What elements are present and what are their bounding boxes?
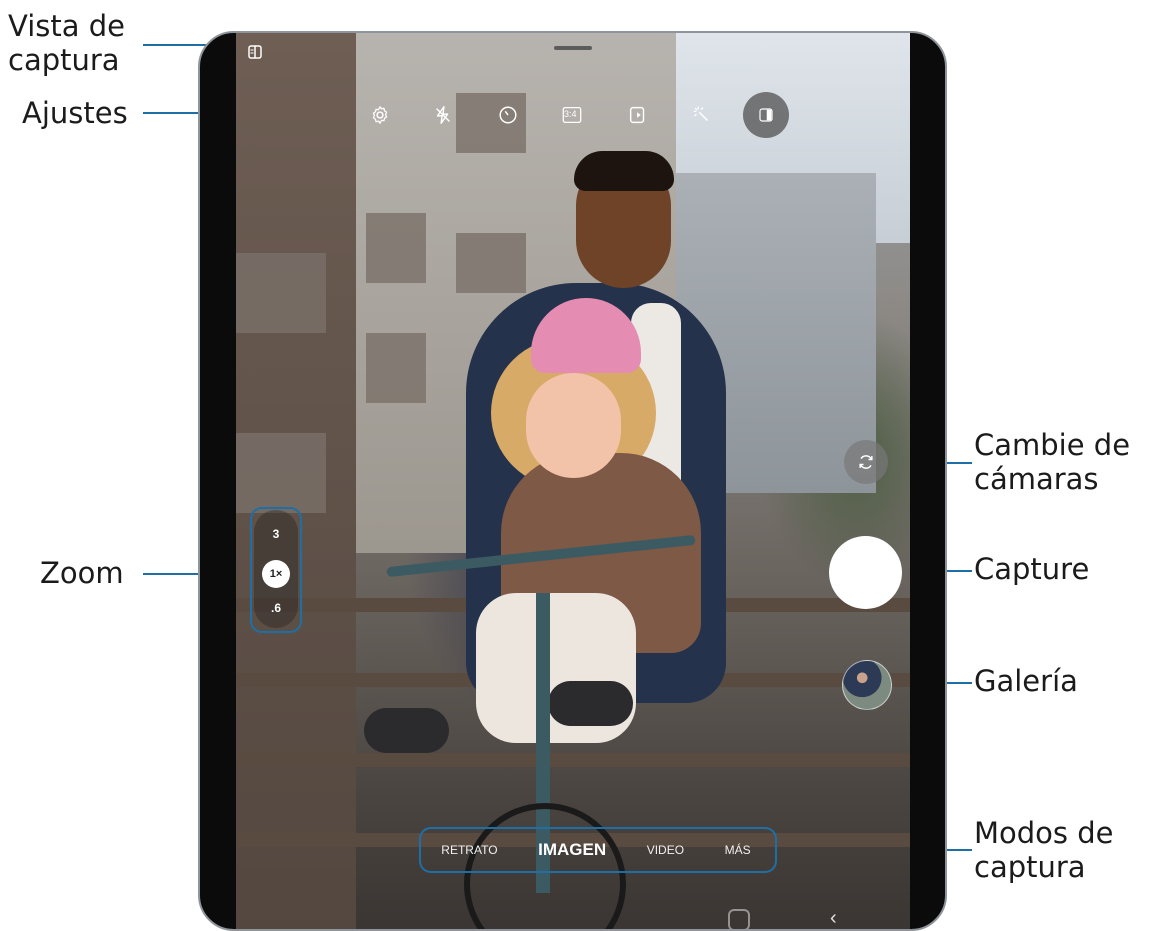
scene-child-face (526, 373, 621, 478)
aspect-ratio-icon[interactable]: 3:4 (554, 97, 590, 133)
scene-child-shoe (548, 681, 633, 726)
flash-off-icon[interactable] (425, 97, 461, 133)
back-icon[interactable]: ‹ (830, 907, 837, 929)
label-vista-de-captura: Vista de captura (8, 9, 125, 77)
settings-icon[interactable] (362, 97, 398, 133)
scene-railing (236, 753, 910, 767)
capture-view-icon[interactable] (244, 41, 266, 63)
motion-photo-icon[interactable] (620, 97, 656, 133)
highlight-modes (419, 827, 777, 873)
camera-viewfinder[interactable]: 3:4 3 1× .6 RETRATO IMAGEN VIDEO MÁS ‹ (236, 33, 910, 929)
callout-line-vista (143, 44, 207, 46)
label-modos-de-captura: Modos de captura (974, 816, 1114, 884)
navigation-bar: ‹ (236, 903, 910, 929)
capture-view-toggle-icon[interactable] (743, 92, 789, 138)
highlight-zoom (250, 507, 302, 633)
scene-window (366, 213, 426, 283)
label-galeria: Galería (974, 664, 1078, 698)
tablet-device: 3:4 3 1× .6 RETRATO IMAGEN VIDEO MÁS ‹ (198, 31, 947, 931)
gallery-thumbnail[interactable] (842, 660, 892, 710)
label-cambie-de-camaras: Cambie de cámaras (974, 428, 1131, 496)
home-icon[interactable] (728, 909, 750, 929)
label-zoom: Zoom (40, 556, 124, 590)
scene-child-shoe (364, 708, 449, 753)
scene-window (456, 233, 526, 293)
shutter-button[interactable] (829, 536, 902, 609)
label-capture: Capture (974, 552, 1090, 586)
drag-handle[interactable] (554, 46, 592, 50)
scene-man-hair (574, 151, 674, 191)
scene-window (236, 433, 326, 513)
label-ajustes: Ajustes (22, 96, 128, 130)
timer-icon[interactable] (490, 97, 526, 133)
switch-camera-button[interactable] (844, 440, 888, 484)
scene-window (366, 333, 426, 403)
filter-icon[interactable] (684, 97, 720, 133)
switch-camera-icon (859, 455, 873, 469)
aspect-ratio-label: 3:4 (564, 109, 577, 119)
scene-window (236, 253, 326, 333)
